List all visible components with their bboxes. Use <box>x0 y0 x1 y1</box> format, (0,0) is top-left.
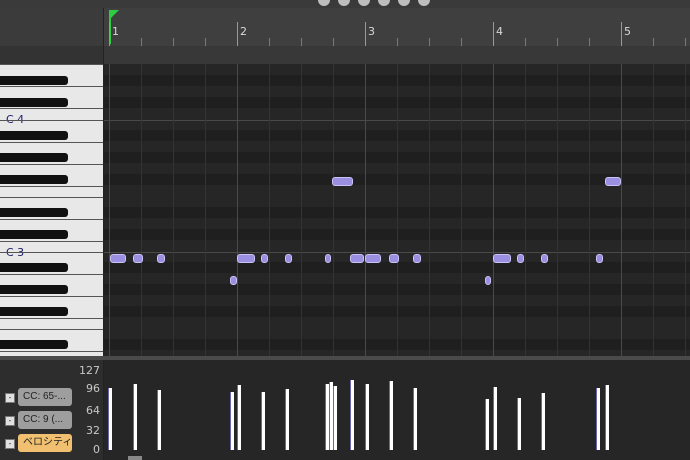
midi-note[interactable] <box>541 254 548 263</box>
velocity-bar[interactable] <box>605 385 609 450</box>
bar-number: 1 <box>112 25 119 38</box>
black-key[interactable] <box>0 76 68 85</box>
midi-note[interactable] <box>485 276 491 285</box>
bar-number: 4 <box>496 25 503 38</box>
black-key[interactable] <box>0 175 68 184</box>
midi-note[interactable] <box>332 177 353 186</box>
black-key[interactable] <box>0 208 68 217</box>
scale-label: 96 <box>86 382 100 395</box>
toolbar-button[interactable] <box>338 0 350 6</box>
black-key[interactable] <box>0 263 68 272</box>
midi-note[interactable] <box>230 276 237 285</box>
midi-note[interactable] <box>350 254 364 263</box>
bar-tick <box>237 22 238 46</box>
velocity-lane-button[interactable]: ベロシティ <box>18 434 72 452</box>
toolbar-button[interactable] <box>378 0 390 6</box>
collapse-lane-icon[interactable]: - <box>5 393 15 403</box>
midi-note[interactable] <box>261 254 268 263</box>
midi-note[interactable] <box>285 254 292 263</box>
toolbar-button[interactable] <box>358 0 370 6</box>
toolbar-button[interactable] <box>418 0 430 6</box>
bar-number: 3 <box>368 25 375 38</box>
collapse-lane-icon[interactable]: - <box>5 416 15 426</box>
midi-note[interactable] <box>237 254 255 263</box>
horizontal-scroll-thumb[interactable] <box>128 456 142 460</box>
cc65-lane-button[interactable]: CC: 65-... <box>18 388 72 406</box>
velocity-bar[interactable] <box>230 392 234 450</box>
velocity-bar[interactable] <box>517 398 521 450</box>
control-lane-panel: 127 96 64 32 0 - CC: 65-... - CC: 9 (...… <box>0 360 104 460</box>
midi-note[interactable] <box>389 254 399 263</box>
velocity-bar[interactable] <box>350 380 354 450</box>
bar-tick <box>365 22 366 46</box>
timeline-ruler[interactable]: 1 2 3 4 5 <box>104 8 690 47</box>
playhead-marker-icon[interactable] <box>109 10 119 20</box>
bar-number: 5 <box>624 25 631 38</box>
toolbar-button[interactable] <box>318 0 330 6</box>
black-key[interactable] <box>0 230 68 239</box>
velocity-bar[interactable] <box>493 387 497 450</box>
scale-label: 0 <box>93 443 100 456</box>
ruler-corner <box>0 8 104 47</box>
velocity-bar[interactable] <box>157 390 161 450</box>
piano-roll-grid[interactable] <box>104 64 690 356</box>
bar-tick <box>621 22 622 46</box>
bar-number: 2 <box>240 25 247 38</box>
midi-note[interactable] <box>596 254 603 263</box>
velocity-bar[interactable] <box>389 381 393 450</box>
black-key[interactable] <box>0 98 68 107</box>
scale-label: 127 <box>79 364 100 377</box>
ruler-corner-sub <box>0 46 104 64</box>
bar-tick <box>493 22 494 46</box>
cc9-lane-button[interactable]: CC: 9 (... <box>18 411 72 429</box>
velocity-bar[interactable] <box>413 388 417 450</box>
midi-note[interactable] <box>325 254 331 263</box>
midi-note[interactable] <box>493 254 511 263</box>
midi-note[interactable] <box>110 254 126 263</box>
black-key[interactable] <box>0 131 68 140</box>
velocity-bar[interactable] <box>237 385 241 450</box>
toolbar-button[interactable] <box>398 0 410 6</box>
velocity-bar[interactable] <box>485 399 489 450</box>
velocity-bar[interactable] <box>541 393 545 450</box>
piano-keyboard[interactable]: C 4 C 3 <box>0 64 104 356</box>
midi-note[interactable] <box>605 177 621 186</box>
midi-note[interactable] <box>365 254 381 263</box>
velocity-bar[interactable] <box>596 388 600 450</box>
velocity-bar[interactable] <box>333 386 337 450</box>
velocity-bar[interactable] <box>108 388 112 450</box>
midi-note[interactable] <box>157 254 165 263</box>
velocity-bar[interactable] <box>133 384 137 450</box>
velocity-bar[interactable] <box>365 384 369 450</box>
black-key[interactable] <box>0 153 68 162</box>
black-key[interactable] <box>0 340 68 349</box>
marker-track[interactable] <box>104 46 690 65</box>
black-key[interactable] <box>0 307 68 316</box>
velocity-bar[interactable] <box>285 389 289 450</box>
midi-note[interactable] <box>413 254 421 263</box>
velocity-bar[interactable] <box>261 392 265 450</box>
velocity-lane[interactable] <box>104 360 690 460</box>
scale-label: 32 <box>86 424 100 437</box>
black-key[interactable] <box>0 285 68 294</box>
midi-note[interactable] <box>133 254 143 263</box>
bar-tick <box>109 22 110 46</box>
collapse-lane-icon[interactable]: - <box>5 439 15 449</box>
scale-label: 64 <box>86 404 100 417</box>
midi-note[interactable] <box>517 254 524 263</box>
